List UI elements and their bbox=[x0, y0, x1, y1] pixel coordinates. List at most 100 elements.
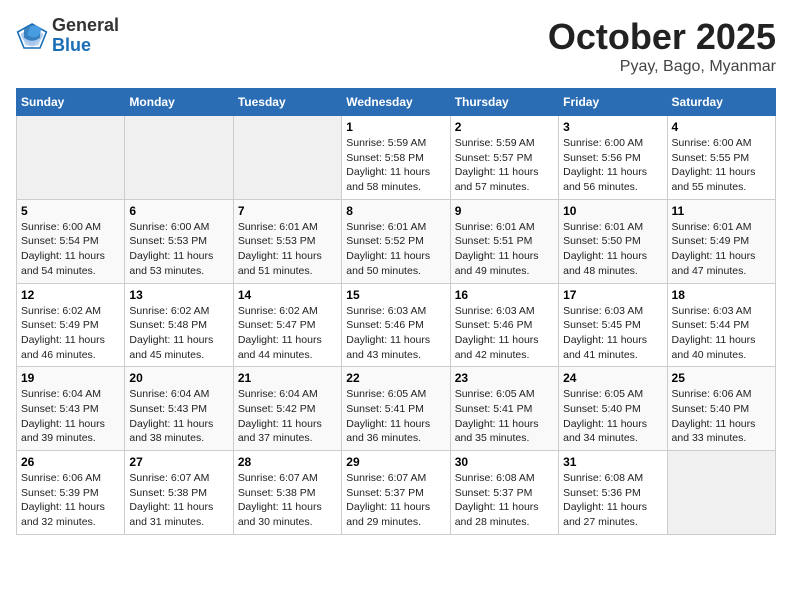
calendar-cell: 13 Sunrise: 6:02 AMSunset: 5:48 PMDayligh… bbox=[125, 283, 233, 367]
day-info: Sunrise: 6:02 AMSunset: 5:49 PMDaylight:… bbox=[21, 304, 120, 363]
calendar-cell: 15Sunrise: 6:03 AMSunset: 5:46 PMDayligh… bbox=[342, 283, 450, 367]
location: Pyay, Bago, Myanmar bbox=[548, 58, 776, 76]
calendar-cell: 26 Sunrise: 6:06 AMSunset: 5:39 PMDayligh… bbox=[17, 451, 125, 535]
calendar-cell: 19 Sunrise: 6:04 AMSunset: 5:43 PMDayligh… bbox=[17, 367, 125, 451]
day-info: Sunrise: 6:01 AMSunset: 5:51 PMDaylight:… bbox=[455, 220, 554, 279]
calendar-cell: 30 Sunrise: 6:08 AMSunset: 5:37 PMDayligh… bbox=[450, 451, 558, 535]
calendar-cell bbox=[667, 451, 775, 535]
day-number: 17 bbox=[563, 288, 662, 302]
calendar-cell: 11 Sunrise: 6:01 AMSunset: 5:49 PMDayligh… bbox=[667, 199, 775, 283]
day-info: Sunrise: 6:01 AMSunset: 5:50 PMDaylight:… bbox=[563, 220, 662, 279]
day-number: 2 bbox=[455, 120, 554, 134]
weekday-header: Tuesday bbox=[233, 89, 341, 116]
day-info: Sunrise: 6:03 AMSunset: 5:46 PMDaylight:… bbox=[346, 304, 445, 363]
weekday-header: Monday bbox=[125, 89, 233, 116]
calendar-cell: 10 Sunrise: 6:01 AMSunset: 5:50 PMDayligh… bbox=[559, 199, 667, 283]
day-number: 25 bbox=[672, 371, 771, 385]
day-number: 27 bbox=[129, 455, 228, 469]
day-number: 29 bbox=[346, 455, 445, 469]
day-info: Sunrise: 6:00 AMSunset: 5:55 PMDaylight:… bbox=[672, 136, 771, 195]
logo: General Blue bbox=[16, 16, 119, 56]
day-number: 26 bbox=[21, 455, 120, 469]
logo-icon bbox=[16, 20, 48, 52]
day-number: 5 bbox=[21, 204, 120, 218]
day-number: 4 bbox=[672, 120, 771, 134]
day-number: 18 bbox=[672, 288, 771, 302]
day-info: Sunrise: 6:05 AMSunset: 5:41 PMDaylight:… bbox=[455, 387, 554, 446]
day-number: 28 bbox=[238, 455, 337, 469]
calendar-cell: 27 Sunrise: 6:07 AMSunset: 5:38 PMDayligh… bbox=[125, 451, 233, 535]
calendar-cell bbox=[233, 116, 341, 200]
calendar-cell: 7Sunrise: 6:01 AMSunset: 5:53 PMDaylight… bbox=[233, 199, 341, 283]
day-info: Sunrise: 6:06 AMSunset: 5:39 PMDaylight:… bbox=[21, 471, 120, 530]
day-info: Sunrise: 6:00 AMSunset: 5:53 PMDaylight:… bbox=[129, 220, 228, 279]
day-number: 22 bbox=[346, 371, 445, 385]
calendar-cell: 6 Sunrise: 6:00 AMSunset: 5:53 PMDaylight… bbox=[125, 199, 233, 283]
calendar-cell: 31Sunrise: 6:08 AMSunset: 5:36 PMDayligh… bbox=[559, 451, 667, 535]
weekday-header: Thursday bbox=[450, 89, 558, 116]
day-info: Sunrise: 6:02 AMSunset: 5:47 PMDaylight:… bbox=[238, 304, 337, 363]
day-info: Sunrise: 6:03 AMSunset: 5:46 PMDaylight:… bbox=[455, 304, 554, 363]
day-number: 16 bbox=[455, 288, 554, 302]
day-info: Sunrise: 6:04 AMSunset: 5:43 PMDaylight:… bbox=[129, 387, 228, 446]
calendar-cell: 25 Sunrise: 6:06 AMSunset: 5:40 PMDayligh… bbox=[667, 367, 775, 451]
calendar-cell: 24Sunrise: 6:05 AMSunset: 5:40 PMDayligh… bbox=[559, 367, 667, 451]
calendar-cell: 8 Sunrise: 6:01 AMSunset: 5:52 PMDaylight… bbox=[342, 199, 450, 283]
day-number: 23 bbox=[455, 371, 554, 385]
logo-general: General bbox=[52, 16, 119, 36]
page-header: General Blue October 2025 Pyay, Bago, My… bbox=[16, 16, 776, 76]
month-title: October 2025 bbox=[548, 16, 776, 58]
day-number: 13 bbox=[129, 288, 228, 302]
calendar-cell bbox=[125, 116, 233, 200]
day-info: Sunrise: 6:01 AMSunset: 5:53 PMDaylight:… bbox=[238, 220, 337, 279]
calendar-cell: 12 Sunrise: 6:02 AMSunset: 5:49 PMDayligh… bbox=[17, 283, 125, 367]
calendar-cell: 21Sunrise: 6:04 AMSunset: 5:42 PMDayligh… bbox=[233, 367, 341, 451]
calendar-week-row: 5 Sunrise: 6:00 AMSunset: 5:54 PMDaylight… bbox=[17, 199, 776, 283]
day-number: 11 bbox=[672, 204, 771, 218]
day-info: Sunrise: 6:01 AMSunset: 5:49 PMDaylight:… bbox=[672, 220, 771, 279]
calendar-cell: 18 Sunrise: 6:03 AMSunset: 5:44 PMDayligh… bbox=[667, 283, 775, 367]
day-info: Sunrise: 6:07 AMSunset: 5:37 PMDaylight:… bbox=[346, 471, 445, 530]
calendar-cell: 22Sunrise: 6:05 AMSunset: 5:41 PMDayligh… bbox=[342, 367, 450, 451]
day-number: 30 bbox=[455, 455, 554, 469]
calendar-cell bbox=[17, 116, 125, 200]
calendar-cell: 2 Sunrise: 5:59 AMSunset: 5:57 PMDaylight… bbox=[450, 116, 558, 200]
day-number: 10 bbox=[563, 204, 662, 218]
calendar-cell: 5 Sunrise: 6:00 AMSunset: 5:54 PMDaylight… bbox=[17, 199, 125, 283]
logo-blue: Blue bbox=[52, 36, 119, 56]
day-info: Sunrise: 5:59 AMSunset: 5:58 PMDaylight:… bbox=[346, 136, 445, 195]
calendar-week-row: 1 Sunrise: 5:59 AMSunset: 5:58 PMDaylight… bbox=[17, 116, 776, 200]
day-info: Sunrise: 6:08 AMSunset: 5:37 PMDaylight:… bbox=[455, 471, 554, 530]
day-info: Sunrise: 6:02 AMSunset: 5:48 PMDaylight:… bbox=[129, 304, 228, 363]
day-info: Sunrise: 6:03 AMSunset: 5:45 PMDaylight:… bbox=[563, 304, 662, 363]
title-block: October 2025 Pyay, Bago, Myanmar bbox=[548, 16, 776, 76]
day-number: 12 bbox=[21, 288, 120, 302]
day-info: Sunrise: 6:04 AMSunset: 5:43 PMDaylight:… bbox=[21, 387, 120, 446]
day-number: 9 bbox=[455, 204, 554, 218]
day-number: 20 bbox=[129, 371, 228, 385]
calendar-cell: 1 Sunrise: 5:59 AMSunset: 5:58 PMDaylight… bbox=[342, 116, 450, 200]
day-info: Sunrise: 5:59 AMSunset: 5:57 PMDaylight:… bbox=[455, 136, 554, 195]
day-info: Sunrise: 6:06 AMSunset: 5:40 PMDaylight:… bbox=[672, 387, 771, 446]
day-number: 6 bbox=[129, 204, 228, 218]
calendar-cell: 3 Sunrise: 6:00 AMSunset: 5:56 PMDaylight… bbox=[559, 116, 667, 200]
day-info: Sunrise: 6:01 AMSunset: 5:52 PMDaylight:… bbox=[346, 220, 445, 279]
calendar-week-row: 19 Sunrise: 6:04 AMSunset: 5:43 PMDayligh… bbox=[17, 367, 776, 451]
day-info: Sunrise: 6:00 AMSunset: 5:56 PMDaylight:… bbox=[563, 136, 662, 195]
day-info: Sunrise: 6:00 AMSunset: 5:54 PMDaylight:… bbox=[21, 220, 120, 279]
calendar-cell: 14Sunrise: 6:02 AMSunset: 5:47 PMDayligh… bbox=[233, 283, 341, 367]
calendar-cell: 28Sunrise: 6:07 AMSunset: 5:38 PMDayligh… bbox=[233, 451, 341, 535]
weekday-header: Sunday bbox=[17, 89, 125, 116]
day-number: 1 bbox=[346, 120, 445, 134]
logo-text: General Blue bbox=[52, 16, 119, 56]
weekday-header: Friday bbox=[559, 89, 667, 116]
day-number: 3 bbox=[563, 120, 662, 134]
day-number: 8 bbox=[346, 204, 445, 218]
day-info: Sunrise: 6:04 AMSunset: 5:42 PMDaylight:… bbox=[238, 387, 337, 446]
day-info: Sunrise: 6:07 AMSunset: 5:38 PMDaylight:… bbox=[129, 471, 228, 530]
day-info: Sunrise: 6:03 AMSunset: 5:44 PMDaylight:… bbox=[672, 304, 771, 363]
day-number: 19 bbox=[21, 371, 120, 385]
day-info: Sunrise: 6:08 AMSunset: 5:36 PMDaylight:… bbox=[563, 471, 662, 530]
calendar-cell: 9 Sunrise: 6:01 AMSunset: 5:51 PMDaylight… bbox=[450, 199, 558, 283]
calendar-table: SundayMondayTuesdayWednesdayThursdayFrid… bbox=[16, 88, 776, 535]
